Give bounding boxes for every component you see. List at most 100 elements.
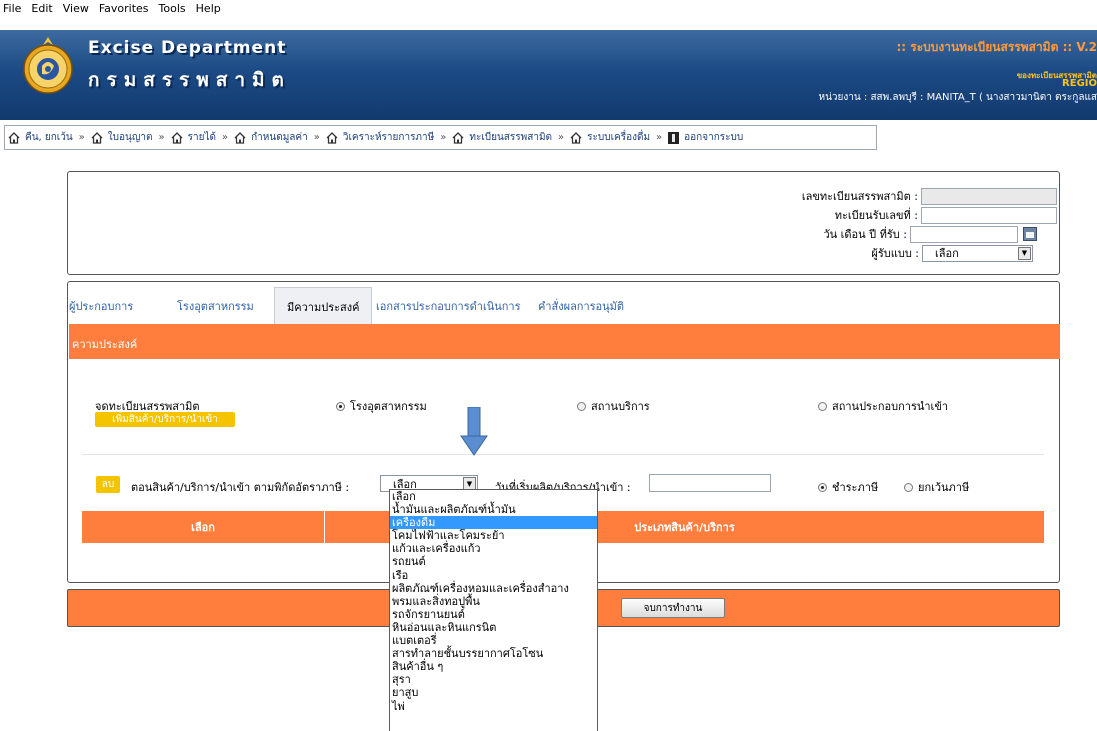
nav-license[interactable]: ใบอนุญาต <box>91 130 153 145</box>
radio-service-label: สถานบริการ <box>591 400 650 413</box>
home-icon <box>171 131 183 144</box>
nav-beverage[interactable]: ระบบเครื่องดื่ม <box>570 130 650 145</box>
radio-service[interactable]: สถานบริการ <box>577 397 650 415</box>
option-car[interactable]: รถยนต์ <box>390 555 597 568</box>
menu-favorites[interactable]: Favorites <box>99 2 149 15</box>
menu-tools[interactable]: Tools <box>159 2 186 15</box>
receive-date-input[interactable] <box>910 225 1018 243</box>
menu-file[interactable]: File <box>3 2 21 15</box>
nav-separator: » <box>313 132 320 143</box>
nav-income[interactable]: รายได้ <box>171 130 216 145</box>
radio-import-label: สถานประกอบการนำเข้า <box>832 400 949 413</box>
home-icon <box>234 131 246 144</box>
product-label: ตอนสินค้า/บริการ/นำเข้า ตามพิกัดอัตราภาษ… <box>131 481 350 494</box>
receiver-select[interactable]: เลือก ▼ <box>922 244 1033 262</box>
start-date-input[interactable] <box>649 474 771 492</box>
option-ozone[interactable]: สารทำลายชั้นบรรยากาศโอโซน <box>390 647 597 660</box>
title-english: Excise Department <box>88 38 287 58</box>
menu-view[interactable]: View <box>63 2 89 15</box>
nav-registration[interactable]: ทะเบียนสรรพสามิต <box>452 130 552 145</box>
nav-logout[interactable]: ออกจากระบบ <box>668 130 743 145</box>
radio-pay-tax[interactable]: ชำระภาษี <box>818 478 878 496</box>
receiver-select-value: เลือก <box>935 247 959 260</box>
radio-exempt-tax[interactable]: ยกเว้นภาษี <box>904 478 969 496</box>
tab-operator[interactable]: ผู้ประกอบการ <box>69 297 133 315</box>
nav-beverage-label: ระบบเครื่องดื่ม <box>587 132 651 143</box>
excise-emblem-icon <box>23 37 73 94</box>
system-title: :: ระบบงานทะเบียนสรรพสามิต :: V.2 <box>896 40 1097 54</box>
radio-factory-label: โรงอุตสาหกรรม <box>350 400 427 413</box>
registration-header-panel: เลขทะเบียนสรรพสามิต : ทะเบียนรับเลขที่ :… <box>67 171 1060 275</box>
option-battery[interactable]: แบตเตอรี่ <box>390 634 597 647</box>
tab-approval[interactable]: คำสั่งผลการอนุมัติ <box>538 297 624 315</box>
radio-pay-tax-label: ชำระภาษี <box>832 481 879 494</box>
tab-intent[interactable]: มีความประสงค์ <box>274 287 373 324</box>
receive-no-row: ทะเบียนรับเลขที่ : <box>835 206 1057 224</box>
receive-no-label: ทะเบียนรับเลขที่ : <box>834 209 918 222</box>
radio-pay-tax-dot[interactable] <box>818 482 827 492</box>
region-label: REGIO <box>1062 78 1097 89</box>
option-boat[interactable]: เรือ <box>390 569 597 582</box>
chevron-down-icon[interactable]: ▼ <box>1018 246 1031 260</box>
section-header: ความประสงค์ <box>69 324 1060 359</box>
option-carpet[interactable]: พรมและสิ่งทอปูพื้น <box>390 595 597 608</box>
receiver-row: ผู้รับแบบ : เลือก ▼ <box>871 244 1033 262</box>
nav-tax-analysis[interactable]: วิเคราะห์รายการภาษี <box>326 130 434 145</box>
radio-service-dot[interactable] <box>577 401 586 411</box>
nav-separator: » <box>558 132 565 143</box>
nav-separator: » <box>440 132 447 143</box>
nav-income-label: รายได้ <box>187 132 216 143</box>
section-divider <box>82 454 1044 455</box>
reg-no-field <box>921 187 1057 205</box>
option-tobacco[interactable]: ยาสูบ <box>390 686 597 699</box>
home-icon <box>452 131 464 144</box>
option-beverage[interactable]: เครื่องดื่ม <box>390 516 597 530</box>
option-lamps[interactable]: โคมไฟฟ้าและโคมระย้า <box>390 529 597 542</box>
user-unit-info: หน่วยงาน : สสพ.ลพบุรี : MANITA_T ( นางสา… <box>818 92 1097 103</box>
option-oil[interactable]: น้ำมันและผลิตภัณฑ์น้ำมัน <box>390 503 597 516</box>
nav-separator: » <box>78 132 85 143</box>
header-banner: Excise Department กรมสรรพสามิต :: ระบบงา… <box>0 30 1097 120</box>
radio-factory[interactable]: โรงอุตสาหกรรม <box>336 397 427 415</box>
option-cards[interactable]: ไพ่ <box>390 700 597 713</box>
receive-date-row: วัน เดือน ปี ที่รับ : <box>823 225 1037 243</box>
option-cosmetics[interactable]: ผลิตภัณฑ์เครื่องหอมและเครื่องสำอาง <box>390 582 597 595</box>
option-liquor[interactable]: สุรา <box>390 673 597 686</box>
receiver-label: ผู้รับแบบ : <box>871 247 919 260</box>
receive-date-label: วัน เดือน ปี ที่รับ : <box>823 228 907 241</box>
receive-no-input[interactable] <box>921 206 1057 224</box>
radio-exempt-tax-label: ยกเว้นภาษี <box>918 481 970 494</box>
radio-exempt-tax-dot[interactable] <box>904 482 913 492</box>
option-marble[interactable]: หินอ่อนและหินแกรนิต <box>390 621 597 634</box>
radio-factory-dot[interactable] <box>336 401 345 411</box>
tab-documents[interactable]: เอกสารประกอบการดำเนินการ <box>376 297 520 315</box>
logout-icon <box>668 131 680 144</box>
title-thai: กรมสรรพสามิต <box>88 69 291 91</box>
col-select: เลือก <box>82 511 325 543</box>
home-icon <box>91 131 103 144</box>
home-icon <box>326 131 338 144</box>
calendar-icon[interactable] <box>1023 227 1037 241</box>
reg-no-row: เลขทะเบียนสรรพสามิต : <box>802 187 1057 205</box>
option-glass[interactable]: แก้วและเครื่องแก้ว <box>390 542 597 555</box>
nav-valuation[interactable]: กำหนดมูลค่า <box>234 130 308 145</box>
product-dropdown-list[interactable]: เลือก น้ำมันและผลิตภัณฑ์น้ำมัน เครื่องดื… <box>389 489 598 731</box>
delete-button[interactable]: ลบ <box>96 476 120 493</box>
tab-factory[interactable]: โรงอุตสาหกรรม <box>177 297 254 315</box>
menu-edit[interactable]: Edit <box>31 2 52 15</box>
nav-refund-label: คืน, ยกเว้น <box>25 132 73 143</box>
option-other[interactable]: สินค้าอื่น ๆ <box>390 660 597 673</box>
nav-refund[interactable]: คืน, ยกเว้น <box>8 130 73 145</box>
menu-help[interactable]: Help <box>196 2 221 15</box>
radio-import-dot[interactable] <box>818 401 827 411</box>
nav-registration-label: ทะเบียนสรรพสามิต <box>469 132 553 143</box>
add-product-button[interactable]: เพิ่มสินค้า/บริการ/นำเข้า <box>95 412 235 427</box>
option-choose[interactable]: เลือก <box>390 490 597 503</box>
home-icon <box>570 131 582 144</box>
option-motorcycle[interactable]: รถจักรยานยนต์ <box>390 608 597 621</box>
radio-import[interactable]: สถานประกอบการนำเข้า <box>818 397 948 415</box>
tab-strip: ผู้ประกอบการ โรงอุตสาหกรรม มีความประสงค์… <box>68 282 1059 324</box>
arrow-down-icon <box>460 407 488 456</box>
nav-separator: » <box>158 132 165 143</box>
finish-button[interactable]: จบการทำงาน <box>621 598 725 618</box>
